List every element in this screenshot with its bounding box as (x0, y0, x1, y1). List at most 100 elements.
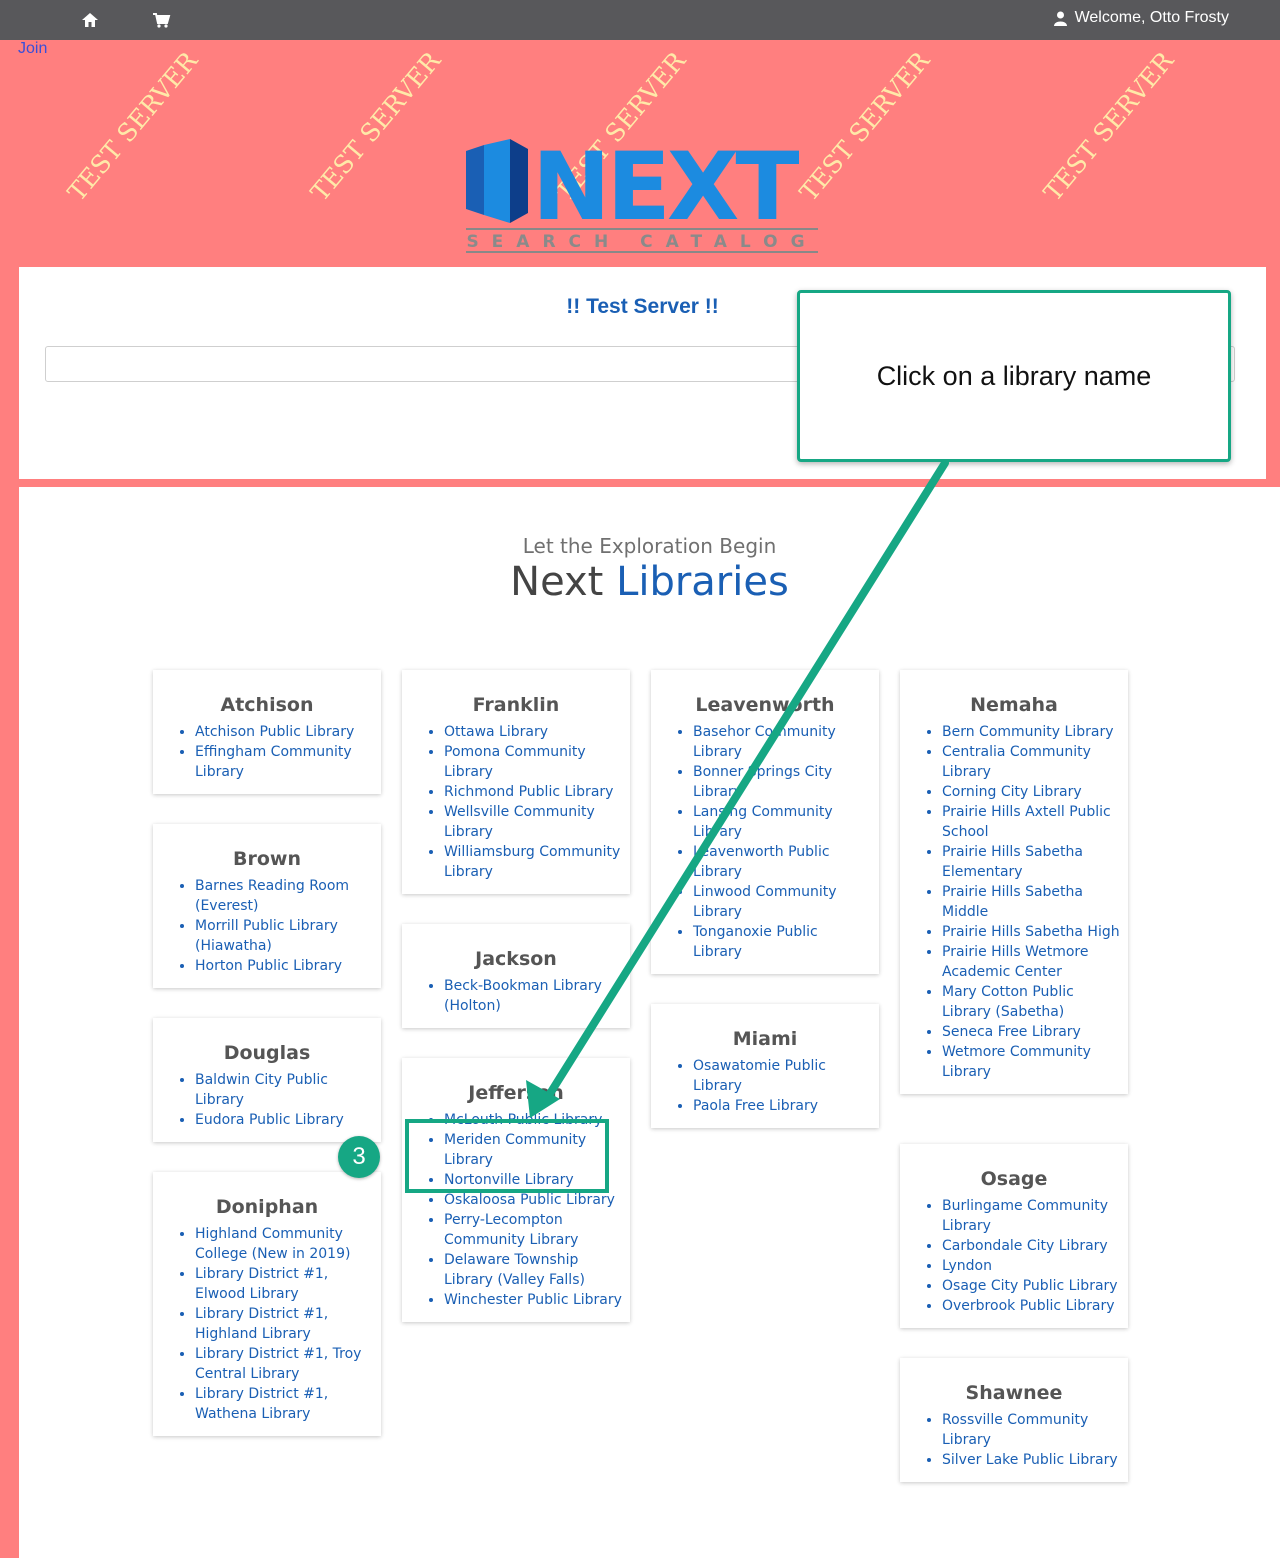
join-link[interactable]: Join (18, 40, 47, 58)
library-list-item: Library District #1, Wathena Library (195, 1384, 373, 1424)
county-card-miami: Miami Osawatomie Public Library Paola Free… (651, 1004, 879, 1128)
library-link[interactable]: Library District #1, Highland Library (195, 1306, 328, 1342)
library-link[interactable]: Wetmore Community Library (942, 1044, 1091, 1080)
library-link[interactable]: Osage City Public Library (942, 1278, 1118, 1294)
county-heading: Doniphan (215, 1196, 319, 1218)
library-link[interactable]: Prairie Hills Sabetha High (942, 924, 1120, 940)
library-link[interactable]: Mary Cotton Public Library (Sabetha) (942, 984, 1074, 1020)
library-link[interactable]: Carbondale City Library (942, 1238, 1108, 1254)
library-list-item: Pomona Community Library (444, 742, 622, 782)
county-card-osage: Osage Burlingame Community Library Carbond… (900, 1144, 1128, 1328)
county-heading: Miami (732, 1028, 798, 1050)
library-link[interactable]: Bonner Springs City Library (693, 764, 832, 800)
user-menu[interactable]: Welcome, Otto Frosty (1053, 9, 1229, 27)
library-link[interactable]: Delaware Township Library (Valley Falls) (444, 1252, 585, 1288)
library-link[interactable]: Beck-Bookman Library (Holton) (444, 978, 602, 1014)
library-link[interactable]: Baldwin City Public Library (195, 1072, 328, 1108)
library-link[interactable]: Bern Community Library (942, 724, 1113, 740)
library-link[interactable]: Morrill Public Library (Hiawatha) (195, 918, 338, 954)
library-link[interactable]: Silver Lake Public Library (942, 1452, 1118, 1468)
library-list: Bern Community Library Centralia Communit… (908, 722, 1120, 1082)
library-link[interactable]: Paola Free Library (693, 1098, 818, 1114)
library-list-item: Osawatomie Public Library (693, 1056, 871, 1096)
library-list-item: Winchester Public Library (444, 1290, 622, 1310)
library-link[interactable]: Leavenworth Public Library (693, 844, 830, 880)
county-heading: Atchison (220, 694, 314, 716)
library-list-item: Corning City Library (942, 782, 1120, 802)
library-link[interactable]: Lyndon (942, 1258, 992, 1274)
library-list-item: Eudora Public Library (195, 1110, 373, 1130)
top-navbar: Welcome, Otto Frosty (0, 0, 1280, 40)
library-list-item: Horton Public Library (195, 956, 373, 976)
hero-subtitle: Let the Exploration Begin (522, 534, 777, 558)
library-list-item: Prairie Hills Sabetha High (942, 922, 1120, 942)
library-link[interactable]: Richmond Public Library (444, 784, 613, 800)
library-link[interactable]: Wellsville Community Library (444, 804, 595, 840)
library-link[interactable]: Horton Public Library (195, 958, 342, 974)
library-link[interactable]: Winchester Public Library (444, 1292, 622, 1308)
instruction-callout: Click on a library name (797, 290, 1231, 462)
library-list-item: Highland Community College (New in 2019) (195, 1224, 373, 1264)
library-link[interactable]: Seneca Free Library (942, 1024, 1081, 1040)
county-card-jackson: Jackson Beck-Bookman Library (Holton) (402, 924, 630, 1028)
county-card-franklin: Franklin Ottawa Library Pomona Community L… (402, 670, 630, 894)
library-link[interactable]: Corning City Library (942, 784, 1082, 800)
library-list-item: Overbrook Public Library (942, 1296, 1120, 1316)
library-list-item: Oskaloosa Public Library (444, 1190, 622, 1210)
library-list-item: Perry-Lecompton Community Library (444, 1210, 622, 1250)
library-link[interactable]: Prairie Hills Axtell Public School (942, 804, 1111, 840)
library-link[interactable]: Prairie Hills Wetmore Academic Center (942, 944, 1088, 980)
library-link[interactable]: Library District #1, Wathena Library (195, 1386, 328, 1422)
library-link[interactable]: Atchison Public Library (195, 724, 354, 740)
cart-icon[interactable] (151, 10, 171, 30)
library-list-item: Prairie Hills Wetmore Academic Center (942, 942, 1120, 982)
library-list: Barnes Reading Room (Everest) Morrill Pub… (161, 876, 373, 976)
library-link[interactable]: Williamsburg Community Library (444, 844, 620, 880)
home-icon[interactable] (80, 10, 100, 30)
library-list-item: Mary Cotton Public Library (Sabetha) (942, 982, 1120, 1022)
library-link[interactable]: Ottawa Library (444, 724, 548, 740)
library-link[interactable]: Perry-Lecompton Community Library (444, 1212, 578, 1248)
library-list-item: Carbondale City Library (942, 1236, 1120, 1256)
library-link[interactable]: Rossville Community Library (942, 1412, 1088, 1448)
library-link[interactable]: Centralia Community Library (942, 744, 1091, 780)
library-list: Ottawa Library Pomona Community Library Ri… (410, 722, 622, 882)
library-link[interactable]: Barnes Reading Room (Everest) (195, 878, 349, 914)
test-server-watermark: TEST SERVER (1037, 46, 1180, 207)
library-link[interactable]: Prairie Hills Sabetha Elementary (942, 844, 1083, 880)
library-link[interactable]: Prairie Hills Sabetha Middle (942, 884, 1083, 920)
library-link[interactable]: Library District #1, Troy Central Librar… (195, 1346, 361, 1382)
library-list-item: Williamsburg Community Library (444, 842, 622, 882)
library-list-item: Baldwin City Public Library (195, 1070, 373, 1110)
library-list-item: Silver Lake Public Library (942, 1450, 1120, 1470)
library-list-item: Tonganoxie Public Library (693, 922, 871, 962)
library-link[interactable]: Basehor Community Library (693, 724, 836, 760)
library-link[interactable]: Oskaloosa Public Library (444, 1192, 615, 1208)
library-list-item: Leavenworth Public Library (693, 842, 871, 882)
library-list-item: Library District #1, Highland Library (195, 1304, 373, 1344)
library-link[interactable]: Tonganoxie Public Library (693, 924, 818, 960)
library-link[interactable]: Osawatomie Public Library (693, 1058, 826, 1094)
library-link[interactable]: Eudora Public Library (195, 1112, 344, 1128)
county-card-brown: Brown Barnes Reading Room (Everest) Morril… (153, 824, 381, 988)
library-list-item: Library District #1, Troy Central Librar… (195, 1344, 373, 1384)
county-heading: Shawnee (965, 1382, 1063, 1404)
library-list: Burlingame Community Library Carbondale C… (908, 1196, 1120, 1316)
library-link[interactable]: Highland Community College (New in 2019) (195, 1226, 350, 1262)
county-heading: Osage (980, 1168, 1048, 1190)
library-list-item: Delaware Township Library (Valley Falls) (444, 1250, 622, 1290)
library-list-item: Prairie Hills Sabetha Middle (942, 882, 1120, 922)
library-link[interactable]: Linwood Community Library (693, 884, 837, 920)
library-list-item: Barnes Reading Room (Everest) (195, 876, 373, 916)
library-link[interactable]: Lansing Community Library (693, 804, 833, 840)
library-link[interactable]: Library District #1, Elwood Library (195, 1266, 328, 1302)
library-link[interactable]: Overbrook Public Library (942, 1298, 1115, 1314)
county-heading: Douglas (223, 1042, 311, 1064)
library-link[interactable]: Burlingame Community Library (942, 1198, 1108, 1234)
library-link[interactable]: Pomona Community Library (444, 744, 586, 780)
logo-tagline: SEARCH CATALOG (466, 232, 817, 252)
library-link[interactable]: Effingham Community Library (195, 744, 352, 780)
library-list-item: Atchison Public Library (195, 722, 373, 742)
test-server-watermark: TEST SERVER (304, 46, 447, 207)
next-search-catalog-logo: NEXT SEARCH CATALOG (466, 139, 818, 253)
